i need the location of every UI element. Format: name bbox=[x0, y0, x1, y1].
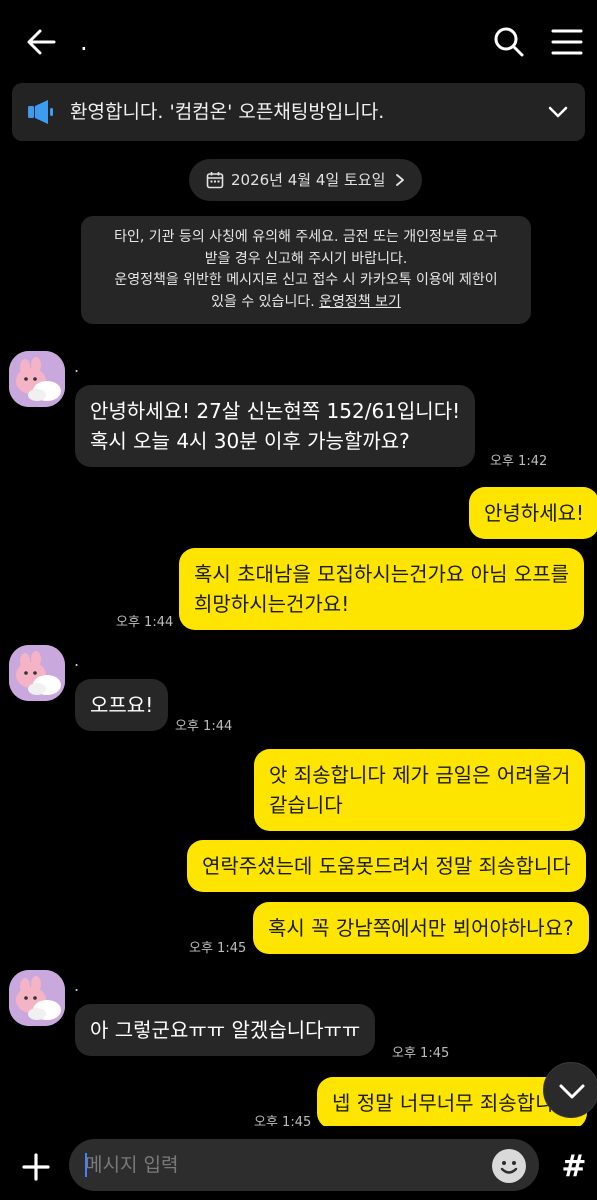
message-bubble-outgoing[interactable]: 안녕하세요! bbox=[469, 487, 597, 539]
message-bubble-incoming[interactable]: 아 그렇군요ㅠㅠ 알겠습니다ㅠㅠ bbox=[75, 1004, 376, 1056]
chevron-down-icon bbox=[559, 1084, 585, 1099]
scroll-to-bottom-button[interactable] bbox=[543, 1062, 597, 1118]
emoji-button[interactable] bbox=[492, 1149, 526, 1183]
safety-warning: 타인, 기관 등의 사칭에 유의해 주세요. 금전 또는 개인정보를 요구 받을… bbox=[81, 216, 531, 324]
message-line: 혹시 꼭 강남쪽에서만 뵈어야하나요? bbox=[268, 916, 574, 940]
profile-character-icon bbox=[9, 351, 65, 407]
megaphone-icon bbox=[28, 100, 53, 124]
menu-button[interactable] bbox=[548, 22, 586, 62]
message-input[interactable] bbox=[85, 1139, 485, 1191]
text-cursor bbox=[85, 1153, 87, 1177]
search-button[interactable] bbox=[490, 22, 528, 62]
message-line: 오프요! bbox=[90, 693, 154, 717]
plus-icon bbox=[22, 1153, 50, 1181]
message-line: 같습니다 bbox=[269, 793, 343, 817]
profile-character-icon bbox=[9, 970, 65, 1026]
search-icon bbox=[494, 27, 524, 57]
message-line: 앗 죄송합니다 제가 금일은 어려울거 bbox=[269, 763, 571, 787]
sender-name: . bbox=[74, 651, 80, 670]
message-time: 오후 1:45 bbox=[392, 1046, 450, 1061]
message-bubble-outgoing[interactable]: 혹시 초대남을 모집하시는건가요 아님 오프를 희망하시는건가요! bbox=[179, 548, 585, 630]
sender-name: . bbox=[74, 357, 80, 376]
warning-line: 타인, 기관 등의 사칭에 유의해 주세요. 금전 또는 개인정보를 요구 bbox=[114, 229, 498, 245]
message-bubble-outgoing[interactable]: 혹시 꼭 강남쪽에서만 뵈어야하나요? bbox=[253, 902, 589, 954]
message-line: 혹시 초대남을 모집하시는건가요 아님 오프를 bbox=[194, 562, 570, 586]
avatar[interactable] bbox=[9, 351, 65, 407]
policy-link[interactable]: 운영정책 보기 bbox=[319, 294, 401, 310]
notice-text: 환영합니다. '컴컴온' 오픈채팅방입니다. bbox=[70, 101, 385, 123]
chevron-down-icon[interactable] bbox=[545, 99, 571, 125]
message-input-field[interactable] bbox=[69, 1139, 539, 1191]
chat-header: . bbox=[0, 0, 597, 82]
message-time: 오후 1:45 bbox=[189, 941, 247, 956]
warning-line-text: 있을 수 있습니다. bbox=[211, 293, 320, 310]
attach-button[interactable] bbox=[16, 1147, 56, 1187]
calendar-icon bbox=[206, 172, 224, 189]
chat-room-title: . bbox=[80, 28, 88, 56]
emoji-icon bbox=[494, 1151, 524, 1181]
avatar[interactable] bbox=[9, 645, 65, 701]
hamburger-menu-icon bbox=[551, 29, 583, 55]
message-line: 희망하시는건가요! bbox=[194, 592, 350, 616]
warning-line: 받을 경우 신고해 주시기 바랍니다. bbox=[204, 250, 408, 267]
message-line: 넵 정말 너무너무 죄송합니다 bbox=[332, 1091, 572, 1115]
message-bubble-outgoing[interactable]: 앗 죄송합니다 제가 금일은 어려울거 같습니다 bbox=[254, 749, 586, 831]
message-line: 안녕하세요! bbox=[484, 501, 585, 525]
chevron-right-icon bbox=[396, 174, 404, 186]
hash-icon[interactable]: # bbox=[554, 1147, 594, 1187]
back-button[interactable] bbox=[22, 22, 62, 62]
message-bubble-incoming[interactable]: 안녕하세요! 27살 신논현쪽 152/61입니다! 혹시 오늘 4시 30분 … bbox=[75, 385, 476, 467]
notice-banner[interactable]: 환영합니다. '컴컴온' 오픈채팅방입니다. bbox=[12, 83, 585, 141]
warning-line: 있을 수 있습니다. 운영정책 보기 bbox=[95, 292, 517, 314]
message-bubble-outgoing[interactable]: 연락주셨는데 도움못드려서 정말 죄송합니다 bbox=[187, 840, 586, 892]
message-line: 안녕하세요! 27살 신논현쪽 152/61입니다! bbox=[90, 399, 461, 423]
warning-line: 운영정책을 위반한 메시지로 신고 접수 시 카카오톡 이용에 제한이 bbox=[114, 272, 498, 288]
message-line: 혹시 오늘 4시 30분 이후 가능할까요? bbox=[90, 429, 410, 453]
avatar[interactable] bbox=[9, 970, 65, 1026]
date-divider[interactable]: 2026년 4월 4일 토요일 bbox=[189, 159, 422, 201]
date-text: 2026년 4월 4일 토요일 bbox=[231, 171, 386, 189]
message-bubble-incoming[interactable]: 오프요! bbox=[75, 679, 169, 731]
message-time: 오후 1:44 bbox=[116, 615, 174, 630]
message-time: 오후 1:42 bbox=[490, 454, 548, 469]
message-line: 아 그렇군요ㅠㅠ 알겠습니다ㅠㅠ bbox=[90, 1018, 361, 1042]
profile-character-icon bbox=[9, 645, 65, 701]
sender-name: . bbox=[74, 976, 80, 995]
arrow-left-icon bbox=[27, 29, 56, 55]
message-line: 연락주셨는데 도움못드려서 정말 죄송합니다 bbox=[202, 854, 571, 878]
message-time: 오후 1:44 bbox=[175, 719, 233, 734]
